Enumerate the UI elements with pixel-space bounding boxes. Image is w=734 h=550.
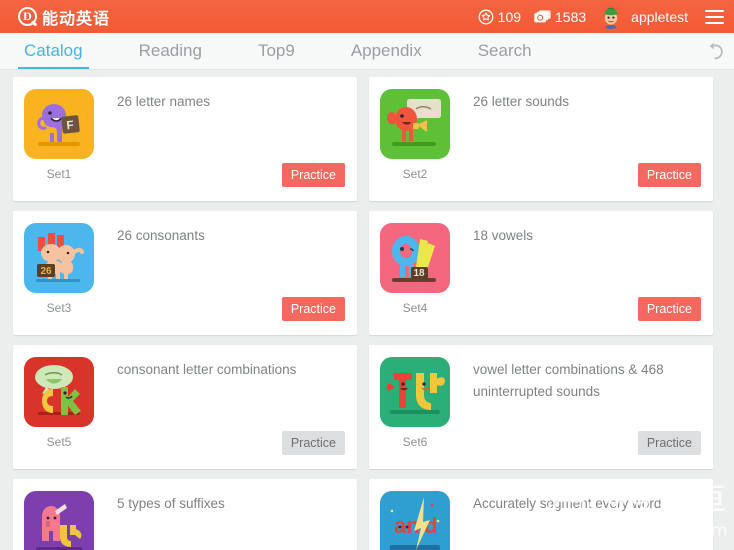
tab-bar: Catalog Reading Top9 Appendix Search (0, 33, 734, 70)
undo-arrow-icon (709, 42, 723, 60)
card-title: 5 types of suffixes (117, 496, 225, 511)
practice-button-set6[interactable]: Practice (637, 431, 701, 455)
header-right-group: 109 1583 appletest (478, 4, 724, 29)
practice-button-set3[interactable]: Practice (281, 297, 345, 321)
card-icon-wrap: F Set1 (23, 89, 95, 181)
coins-icon (534, 10, 551, 23)
set8-character-art: an d (390, 497, 440, 550)
card-set-label: Set6 (402, 435, 428, 449)
card-set-label: Set4 (402, 301, 428, 315)
card-icon-wrap: Set6 (379, 357, 451, 449)
card-title: vowel letter combinations & 468 uninterr… (473, 362, 664, 399)
catalog-card-suffixes[interactable]: 5 types of suffixes (13, 479, 357, 550)
brand-mark-icon: D (18, 7, 37, 26)
hamburger-menu-icon[interactable] (705, 9, 724, 24)
set3-consonants-thumbnail: 26 (24, 223, 94, 293)
practice-button-set4[interactable]: Practice (637, 297, 701, 321)
tab-reading[interactable]: Reading (133, 33, 208, 69)
set5-consonant-combinations-thumbnail (24, 357, 94, 427)
avatar[interactable] (599, 4, 624, 29)
set4-character-art: 18 (392, 236, 436, 282)
set2-character-art (387, 99, 441, 146)
catalog-card-set2[interactable]: Set2 26 letter sounds Practice (369, 77, 713, 201)
set5-character-art (35, 365, 81, 415)
coins-value: 1583 (555, 8, 587, 25)
avatar-image (599, 4, 624, 29)
app-header: D 能动英语 109 1583 appletest (0, 0, 734, 33)
tab-appendix[interactable]: Appendix (345, 33, 428, 69)
card-title: 26 letter sounds (473, 94, 570, 109)
set7-character-art (36, 504, 82, 550)
card-icon-wrap: 18 Set4 (379, 223, 451, 315)
set2-letter-sounds-thumbnail (380, 89, 450, 159)
coins-stat[interactable]: 1583 (534, 9, 586, 25)
set1-letter-names-thumbnail: F (24, 89, 94, 159)
undo-button[interactable] (704, 33, 734, 69)
star-points-stat[interactable]: 109 (478, 9, 521, 25)
card-title: 26 letter names (117, 94, 211, 109)
tab-search[interactable]: Search (472, 33, 538, 69)
set6-character-art (386, 373, 445, 414)
card-icon-wrap: an d (379, 491, 451, 550)
catalog-card-set6[interactable]: Set6 vowel letter combinations & 468 uni… (369, 345, 713, 469)
set6-vowel-combinations-thumbnail (380, 357, 450, 427)
tab-catalog[interactable]: Catalog (18, 33, 89, 69)
card-icon-wrap: Set2 (379, 89, 451, 181)
svg-text:18: 18 (413, 268, 425, 279)
card-title: Accurately segment every word (473, 496, 662, 511)
card-set-label: Set1 (46, 167, 72, 181)
star-points-value: 109 (497, 8, 522, 25)
set8-segment-words-thumbnail: an d (380, 491, 450, 550)
catalog-card-segment-words[interactable]: an d Accurately segment every word (369, 479, 713, 550)
catalog-card-set4[interactable]: 18 Set4 18 vowels Practice (369, 211, 713, 335)
set1-character-art: F (37, 104, 80, 146)
card-set-label: Set3 (46, 301, 72, 315)
card-set-label: Set2 (402, 167, 428, 181)
set7-suffixes-thumbnail (24, 491, 94, 550)
card-icon-wrap (23, 491, 95, 550)
card-icon-wrap: 26 Set3 (23, 223, 95, 315)
card-title: consonant letter combinations (117, 362, 297, 377)
card-title: 18 vowels (473, 228, 534, 243)
username-label: appletest (631, 8, 688, 25)
practice-button-set5[interactable]: Practice (281, 431, 345, 455)
card-set-label: Set5 (46, 435, 72, 449)
set3-character-art: 26 (36, 233, 84, 282)
catalog-card-set3[interactable]: 26 Set3 26 consonants Practice (13, 211, 357, 335)
app-root: D 能动英语 109 1583 appletest Catalog Readin… (0, 0, 734, 550)
star-icon (478, 9, 494, 24)
set4-vowels-thumbnail: 18 (380, 223, 450, 293)
brand-name: 能动英语 (42, 8, 111, 28)
catalog-list[interactable]: F Set1 26 letter names Practice Set2 26 … (0, 70, 734, 550)
practice-button-set1[interactable]: Practice (281, 163, 345, 187)
card-title: 26 consonants (117, 228, 205, 243)
svg-text:26: 26 (40, 266, 52, 277)
practice-button-set2[interactable]: Practice (637, 163, 701, 187)
tab-top9[interactable]: Top9 (252, 33, 301, 69)
catalog-grid: F Set1 26 letter names Practice Set2 26 … (13, 77, 726, 550)
brand-logo[interactable]: D 能动英语 (18, 5, 110, 29)
catalog-card-set1[interactable]: F Set1 26 letter names Practice (13, 77, 357, 201)
catalog-card-set5[interactable]: Set5 consonant letter combinations Pract… (13, 345, 357, 469)
card-icon-wrap: Set5 (23, 357, 95, 449)
svg-text:F: F (66, 118, 75, 133)
